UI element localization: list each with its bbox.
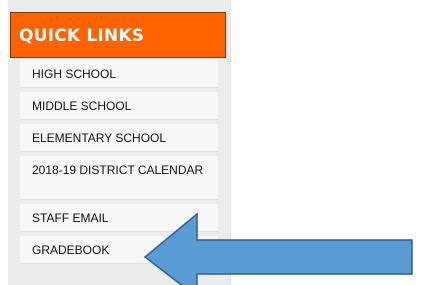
quick-links-header: QUICK LINKS — [10, 12, 226, 58]
quick-link-elementary-school[interactable]: ELEMENTARY SCHOOL — [20, 124, 218, 152]
quick-link-label: 2018-19 DISTRICT CALENDAR — [32, 163, 204, 177]
quick-link-label: HIGH SCHOOL — [32, 67, 117, 81]
quick-link-district-calendar[interactable]: 2018-19 DISTRICT CALENDAR — [20, 156, 218, 200]
quick-link-staff-email[interactable]: STAFF EMAIL — [20, 204, 218, 232]
quick-link-label: STAFF EMAIL — [32, 211, 109, 225]
quick-link-label: MIDDLE SCHOOL — [32, 99, 132, 113]
quick-link-gradebook[interactable]: GRADEBOOK — [20, 236, 218, 264]
quick-link-label: GRADEBOOK — [32, 243, 110, 257]
page-stage: QUICK LINKS HIGH SCHOOL MIDDLE SCHOOL EL… — [0, 0, 440, 285]
quick-links-list: HIGH SCHOOL MIDDLE SCHOOL ELEMENTARY SCH… — [20, 60, 218, 268]
quick-link-middle-school[interactable]: MIDDLE SCHOOL — [20, 92, 218, 120]
quick-links-title: QUICK LINKS — [19, 26, 145, 46]
quick-link-high-school[interactable]: HIGH SCHOOL — [20, 60, 218, 88]
quick-link-label: ELEMENTARY SCHOOL — [32, 131, 167, 145]
